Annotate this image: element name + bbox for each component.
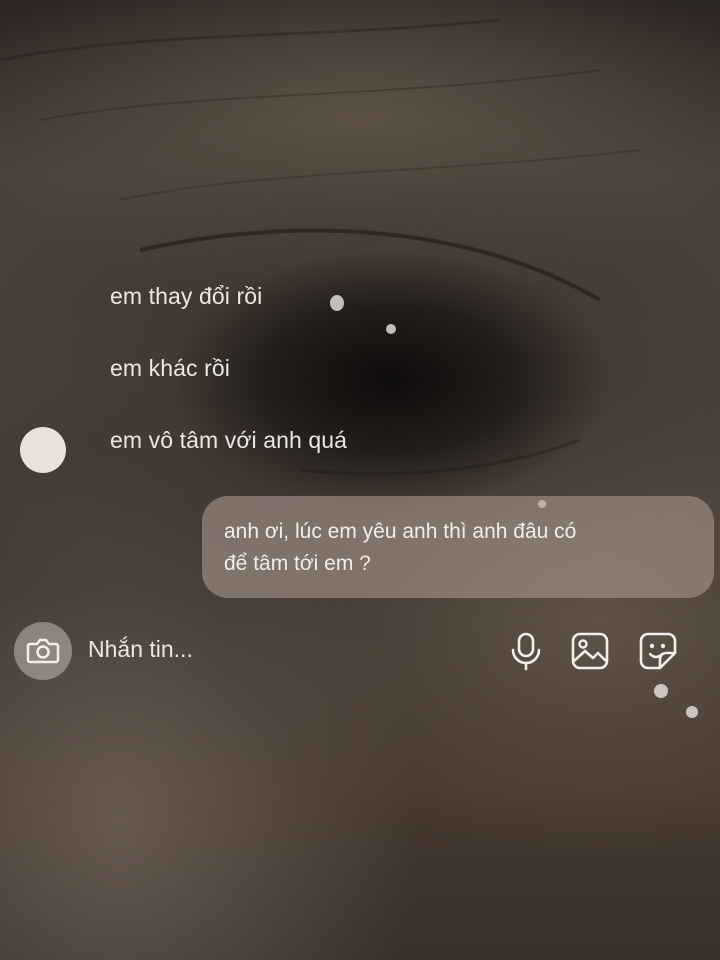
received-message: em thay đổi rồi (110, 283, 263, 309)
message-composer: Nhắn tin... (0, 622, 720, 680)
microphone-icon[interactable] (506, 631, 546, 671)
image-icon[interactable] (570, 631, 610, 671)
camera-button[interactable] (14, 622, 72, 680)
received-message: em khác rồi (110, 355, 230, 381)
sent-message-bubble: anh ơi, lúc em yêu anh thì anh đâu có để… (202, 496, 714, 598)
camera-icon (26, 638, 60, 664)
received-message: em vô tâm với anh quá (110, 427, 348, 453)
sent-message-line: để tâm tới em ? (224, 552, 371, 575)
sticker-icon[interactable] (638, 631, 678, 671)
sent-message-line: anh ơi, lúc em yêu anh thì anh đâu có (224, 520, 577, 543)
avatar[interactable] (20, 427, 66, 473)
chat-thread: em thay đổi rồi em khác rồi em vô tâm vớ… (0, 0, 720, 960)
message-input[interactable]: Nhắn tin... (88, 636, 193, 663)
